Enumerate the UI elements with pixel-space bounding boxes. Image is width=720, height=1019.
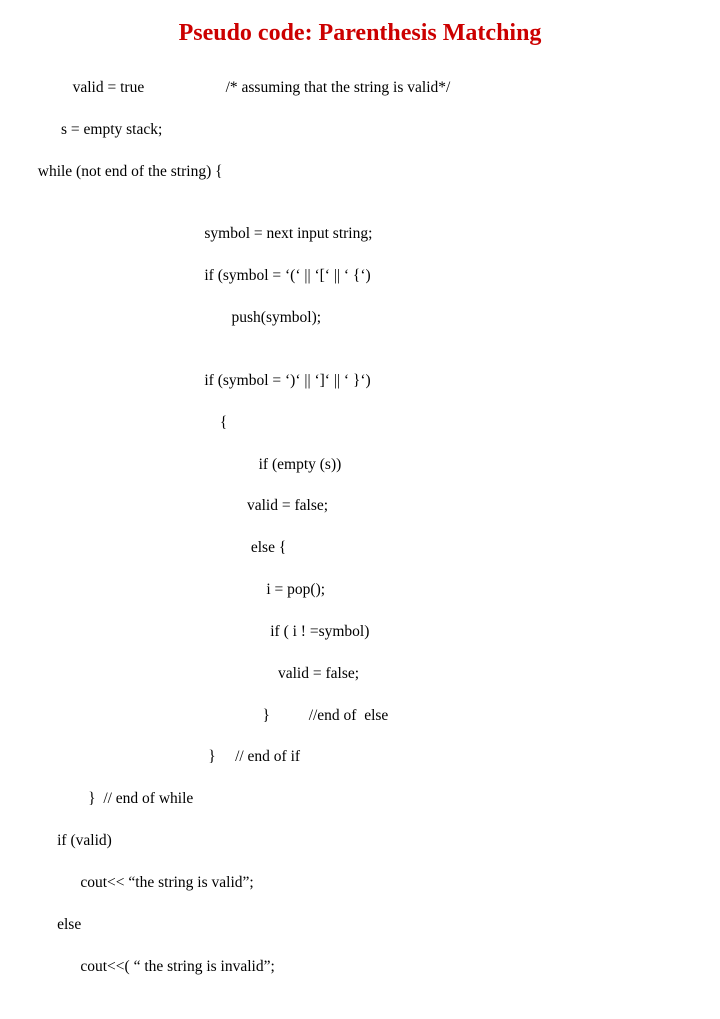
code-line: push(symbol);: [30, 308, 690, 329]
code-line: i = pop();: [30, 580, 690, 601]
code-line: cout<<( “ the string is invalid”;: [30, 957, 690, 978]
slide-title: Pseudo code: Parenthesis Matching: [30, 20, 690, 47]
code-line: symbol = next input string;: [30, 224, 690, 245]
code-line: while (not end of the string) {: [30, 162, 690, 183]
code-line: if (symbol = ‘(‘ || ‘[‘ || ‘ {‘): [30, 266, 690, 287]
code-line: } // end of while: [30, 789, 690, 810]
code-line: else: [30, 915, 690, 936]
code-line: if (symbol = ‘)‘ || ‘]‘ || ‘ }‘): [30, 371, 690, 392]
code-line: valid = false;: [30, 496, 690, 517]
pseudocode-block: valid = true /* assuming that the string…: [30, 57, 690, 1019]
code-line: if ( i ! =symbol): [30, 622, 690, 643]
code-line: s = empty stack;: [30, 120, 690, 141]
code-line: else {: [30, 538, 690, 559]
code-line: valid = true /* assuming that the string…: [30, 78, 690, 99]
code-line: } //end of else: [30, 706, 690, 727]
code-line: valid = false;: [30, 664, 690, 685]
code-line: } // end of if: [30, 747, 690, 768]
code-line: if (valid): [30, 831, 690, 852]
code-line: if (empty (s)): [30, 455, 690, 476]
code-line: {: [30, 413, 690, 434]
slide: Pseudo code: Parenthesis Matching valid …: [0, 0, 720, 540]
code-line: cout<< “the string is valid”;: [30, 873, 690, 894]
